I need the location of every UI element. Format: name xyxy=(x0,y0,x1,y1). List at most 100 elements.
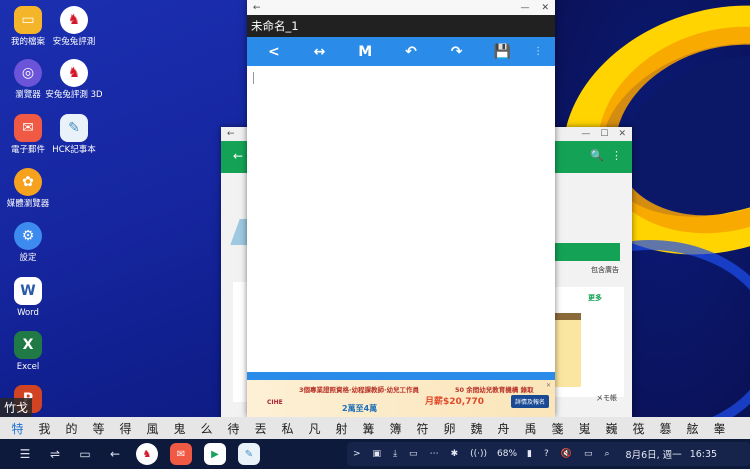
screen-icon[interactable]: ▭ xyxy=(584,449,593,459)
editor-window[interactable]: ← — ✕ 未命名_1 < ↔ M ↶ ↷ 💾 ⋮ 3個專業證照資格·幼程課教師… xyxy=(247,0,555,417)
switch-icon[interactable]: ⇌ xyxy=(40,447,70,461)
notebook-taskbar-icon[interactable]: ✎ xyxy=(238,443,260,465)
search-icon[interactable]: ⌕ xyxy=(605,449,610,459)
desktop-icon-label: 媒體瀏覽器 xyxy=(6,199,50,209)
editor-toolbar: < ↔ M ↶ ↷ 💾 ⋮ xyxy=(247,37,555,66)
ime-candidate[interactable]: 凡 xyxy=(301,420,328,437)
ad-banner[interactable]: 3個專業證照資格·幼程課教師·幼兒工作員 50 余間幼兒教育機構 錄取 月薪$2… xyxy=(247,380,555,417)
back-arrow-icon[interactable]: ← xyxy=(233,149,243,163)
undo-icon[interactable]: ↶ xyxy=(396,44,426,60)
close-icon[interactable]: ✕ xyxy=(541,3,549,13)
email-taskbar-icon[interactable]: ✉ xyxy=(170,443,192,465)
ime-candidate[interactable]: 等 xyxy=(85,420,112,437)
ime-candidate[interactable]: 魏 xyxy=(463,420,490,437)
play-store-icon[interactable]: ▶ xyxy=(204,443,226,465)
bluetooth-icon[interactable]: ✱ xyxy=(451,449,459,459)
text-caret xyxy=(253,72,254,84)
resize-horizontal-icon[interactable]: ↔ xyxy=(305,44,335,60)
window-icon[interactable]: ▭ xyxy=(409,449,418,459)
ime-candidate[interactable]: 待 xyxy=(220,420,247,437)
wifi-icon[interactable]: ((·)) xyxy=(470,449,487,459)
ime-candidate[interactable]: 私 xyxy=(274,420,301,437)
ime-candidate[interactable]: 篡 xyxy=(652,420,679,437)
minimize-icon[interactable]: — xyxy=(581,129,590,139)
minimize-icon[interactable]: — xyxy=(520,3,529,13)
overflow-menu-icon[interactable]: ⋮ xyxy=(533,46,543,56)
desktop-icon-media-browser[interactable]: ✿ 媒體瀏覽器 xyxy=(0,168,64,209)
ime-candidate[interactable]: 禹 xyxy=(517,420,544,437)
more-link[interactable]: 更多 xyxy=(588,293,602,303)
back-icon[interactable]: ← xyxy=(100,447,130,461)
antutu-3d-icon: ♞ xyxy=(60,59,88,87)
word-icon: W xyxy=(14,277,42,305)
ime-candidate[interactable]: 我 xyxy=(31,420,58,437)
desktop-icon-antutu-3d[interactable]: ♞ 安兔兔評測 3D xyxy=(38,59,110,100)
desktop-icon-settings[interactable]: ⚙ 設定 xyxy=(0,222,64,263)
ime-candidate[interactable]: 睾 xyxy=(706,420,733,437)
home-icon[interactable]: ▭ xyxy=(70,447,100,461)
ime-candidate[interactable]: 的 xyxy=(58,420,85,437)
more-icon[interactable]: ⋯ xyxy=(430,449,439,459)
ime-preedit-text: 竹戈 xyxy=(0,398,33,417)
ad-text: 50 余間幼兒教育機構 錄取 xyxy=(455,386,534,394)
desktop-icon-antutu[interactable]: ♞ 安兔兔評測 xyxy=(38,6,110,47)
ime-candidate[interactable]: 卵 xyxy=(436,420,463,437)
screenshot-icon[interactable]: ▣ xyxy=(373,449,382,459)
search-icon[interactable]: 🔍 xyxy=(590,149,604,162)
notebook-icon: ✎ xyxy=(60,114,88,142)
date-text: 8月6日, 週一 xyxy=(625,450,682,461)
ime-candidate[interactable]: 射 xyxy=(328,420,355,437)
taskbar: ☰ ⇌ ▭ ← ♞ ✉ ▶ ✎ > ▣ ⤓ ▭ ⋯ ✱ ((·)) 68% ▮ … xyxy=(0,439,750,469)
ime-candidate[interactable]: 簿 xyxy=(382,420,409,437)
ime-candidate[interactable]: 舷 xyxy=(679,420,706,437)
close-icon[interactable]: ✕ xyxy=(618,129,626,139)
ad-details-button[interactable]: 詳情及報名 xyxy=(510,395,549,408)
antutu-taskbar-icon[interactable]: ♞ xyxy=(136,443,158,465)
ime-candidate[interactable]: 嵬 xyxy=(571,420,598,437)
ime-candidate-bar: 特我的等得風鬼么待丟私凡射篝簿符卵魏舟禹箋嵬巍筏篡舷睾 xyxy=(0,417,750,439)
ime-candidate[interactable]: 鬼 xyxy=(166,420,193,437)
ime-candidate[interactable]: 舟 xyxy=(490,420,517,437)
desktop-icon-excel[interactable]: X Excel xyxy=(0,331,64,372)
back-arrow-icon[interactable]: ← xyxy=(227,129,235,139)
redo-icon[interactable]: ↷ xyxy=(442,44,472,60)
ad-text: 3個專業證照資格·幼程課教師·幼兒工作員 xyxy=(299,386,419,394)
help-icon[interactable]: ? xyxy=(544,449,549,459)
ime-candidate[interactable]: 特 xyxy=(4,420,31,437)
editor-window-titlebar[interactable]: ← — ✕ xyxy=(247,0,555,15)
ad-close-icon[interactable]: ✕ xyxy=(546,382,551,389)
excel-icon: X xyxy=(14,331,42,359)
recent-apps-icon[interactable]: ☰ xyxy=(10,447,40,461)
clock-text: 16:35 xyxy=(689,448,718,460)
ime-candidate[interactable]: 丟 xyxy=(247,420,274,437)
ime-candidate[interactable]: 筏 xyxy=(625,420,652,437)
tray-expand-icon[interactable]: > xyxy=(353,449,361,459)
back-arrow-icon[interactable]: ← xyxy=(253,3,261,13)
ime-candidate[interactable]: 風 xyxy=(139,420,166,437)
ime-candidate[interactable]: 得 xyxy=(112,420,139,437)
desktop-icon-label: HCK記事本 xyxy=(52,145,96,155)
ad-text: 2萬至4萬 xyxy=(342,404,378,413)
install-button[interactable] xyxy=(554,243,620,261)
maximize-icon[interactable]: ☐ xyxy=(600,129,608,139)
desktop-icon-word[interactable]: W Word xyxy=(0,277,64,318)
mute-icon[interactable]: 🔇 xyxy=(561,449,572,459)
download-icon[interactable]: ⤓ xyxy=(393,449,397,459)
settings-icon: ⚙ xyxy=(14,222,42,250)
ime-candidate[interactable]: 篝 xyxy=(355,420,382,437)
desktop-icon-hck-notebook[interactable]: ✎ HCK記事本 xyxy=(38,114,110,155)
text-editor-area[interactable] xyxy=(247,66,555,372)
more-vert-icon[interactable]: ⋮ xyxy=(611,149,622,162)
save-icon[interactable]: 💾 xyxy=(487,44,517,60)
antutu-icon: ♞ xyxy=(60,6,88,34)
system-tray: > ▣ ⤓ ▭ ⋯ ✱ ((·)) 68% ▮ ? 🔇 ▭ ⌕ 8月6日, 週一… xyxy=(347,442,750,466)
ime-candidate[interactable]: 巍 xyxy=(598,420,625,437)
app-card xyxy=(233,282,247,402)
ime-candidate[interactable]: 箋 xyxy=(544,420,571,437)
back-chevron-icon[interactable]: < xyxy=(259,44,289,60)
ime-candidate[interactable]: 么 xyxy=(193,420,220,437)
ime-candidate[interactable]: 符 xyxy=(409,420,436,437)
mode-m-button[interactable]: M xyxy=(350,44,380,60)
notepad-app-icon[interactable] xyxy=(554,313,581,387)
editor-bottom-bar xyxy=(247,372,555,380)
